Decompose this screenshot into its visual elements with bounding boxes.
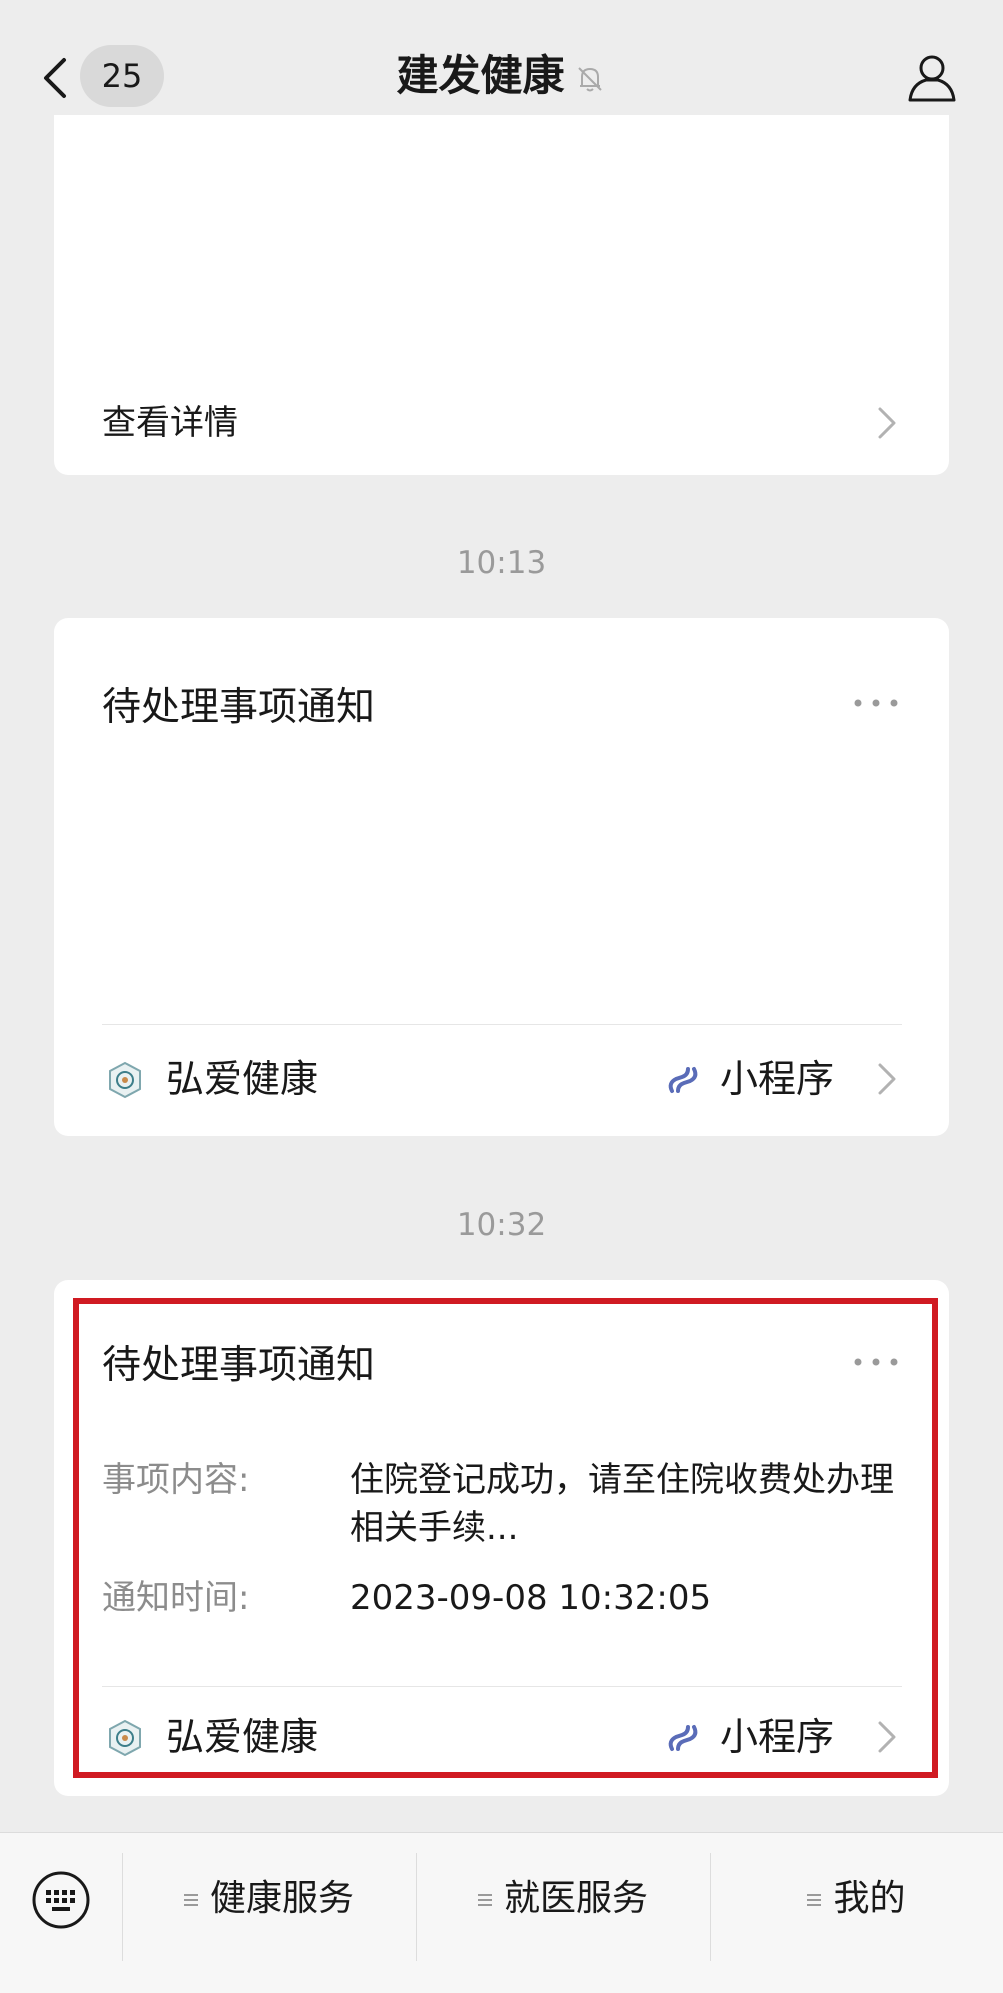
chevron-right-icon — [878, 1063, 896, 1095]
menu-item-label: 我的 — [833, 1878, 906, 1919]
profile-icon — [908, 55, 956, 102]
app-name: 弘爱健康 — [166, 1057, 319, 1101]
more-dots-icon[interactable] — [850, 693, 902, 713]
app-logo-icon — [109, 1061, 141, 1099]
mute-bell-icon — [577, 66, 602, 91]
message-timestamp: 10:13 — [456, 545, 547, 581]
profile-button[interactable] — [902, 48, 962, 108]
menu-item-label: 就医服务 — [503, 1878, 648, 1919]
card-title: 待处理事项通知 — [102, 685, 376, 730]
menu-item-medical-services[interactable]: 就医服务 — [416, 1871, 710, 1927]
message-card-notification-1[interactable]: 待处理事项通知 弘爱健康 小程序 — [54, 618, 949, 1136]
mini-program-footer[interactable]: 弘爱健康 小程序 — [54, 1044, 949, 1114]
highlight-box — [73, 1298, 938, 1778]
menu-lines-icon — [477, 1894, 492, 1906]
menu-item-label: 健康服务 — [209, 1878, 354, 1919]
chevron-right-icon — [878, 407, 896, 439]
message-card-previous: 查看详情 — [54, 115, 949, 475]
menu-item-mine[interactable]: 我的 — [710, 1871, 1003, 1927]
keyboard-icon — [32, 1871, 90, 1929]
mini-program-label: 小程序 — [720, 1057, 835, 1101]
view-details-link[interactable]: 查看详情 — [102, 398, 238, 448]
divider — [102, 1024, 902, 1025]
mini-program-link-icon — [668, 1067, 698, 1093]
menu-lines-icon — [807, 1894, 822, 1906]
page-title-wrap: 建发健康 — [0, 48, 1003, 104]
page-title: 建发健康 — [396, 51, 565, 100]
menu-lines-icon — [183, 1894, 198, 1906]
bottom-menu-bar: 健康服务 就医服务 我的 — [0, 1832, 1003, 1993]
message-timestamp: 10:32 — [456, 1207, 547, 1243]
keyboard-toggle-button[interactable] — [30, 1869, 92, 1931]
menu-item-health-services[interactable]: 健康服务 — [122, 1871, 416, 1927]
